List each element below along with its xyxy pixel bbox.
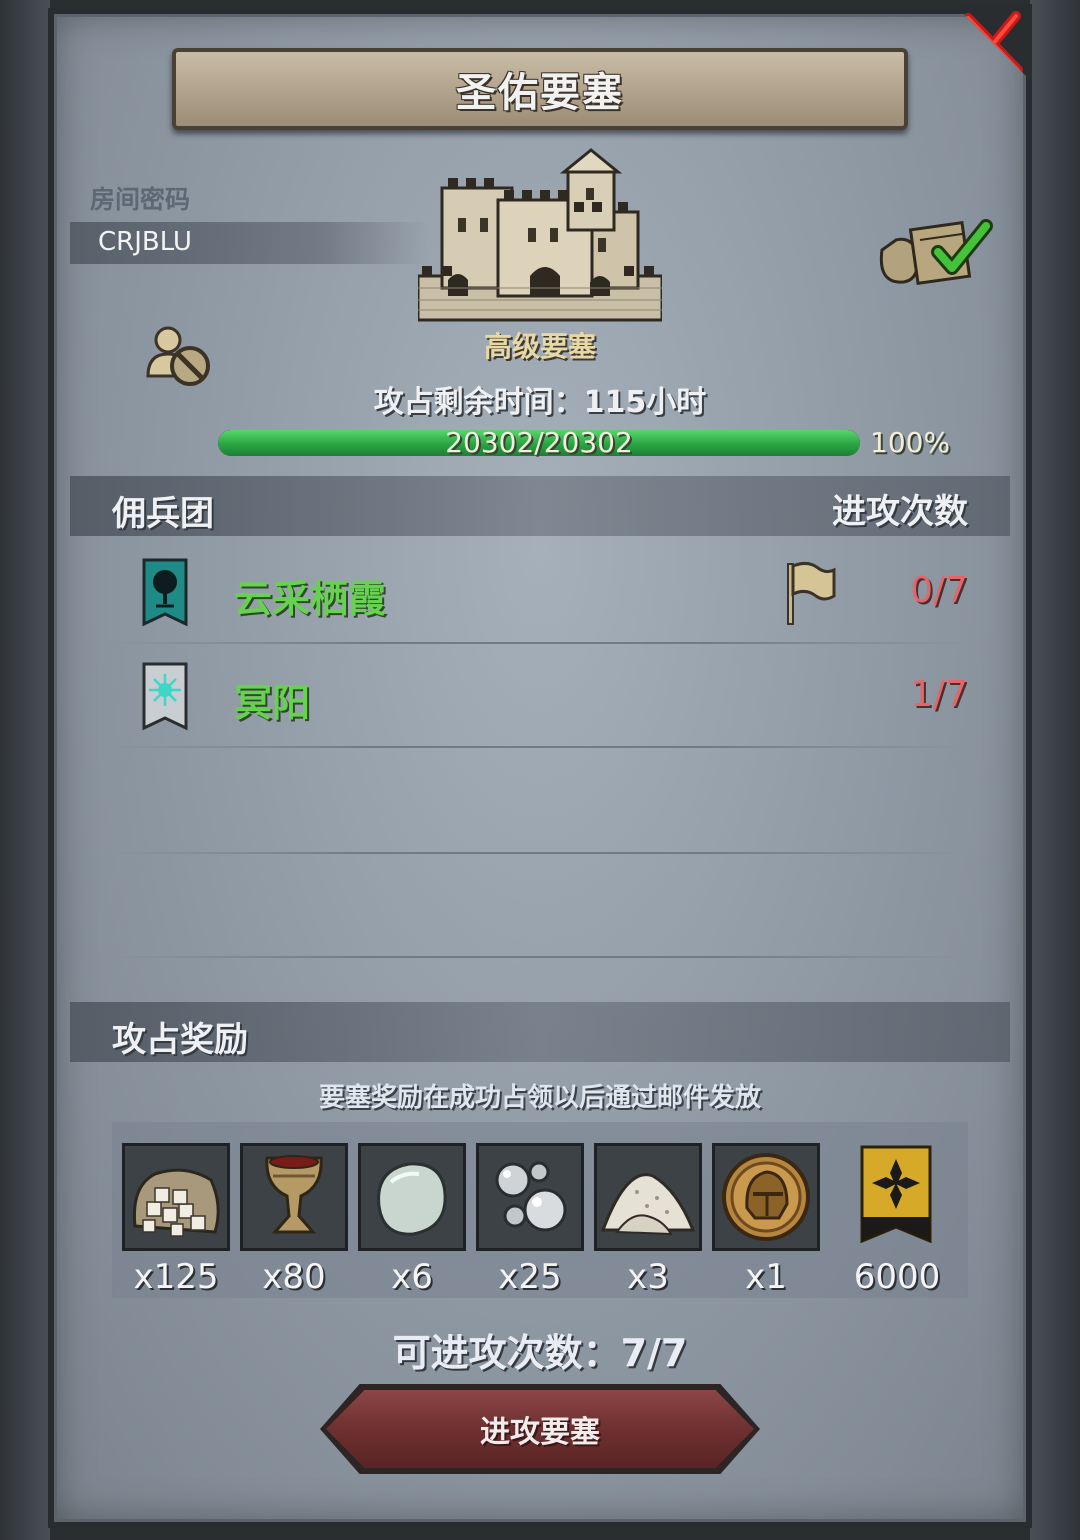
available-attack-count: 可进攻次数：7/7 xyxy=(392,1331,688,1375)
helmet-coin-icon xyxy=(722,1153,810,1241)
background-left xyxy=(0,0,50,1540)
room-password-value: CRJBLU xyxy=(98,227,192,257)
mercenary-name: 冥阳 xyxy=(234,681,311,725)
rewards-section-title: 攻占奖励 xyxy=(112,1020,248,1060)
reward-qty: x3 xyxy=(627,1257,669,1297)
reward-qty: x125 xyxy=(133,1257,219,1297)
attack-fortress-button[interactable]: 进攻要塞 xyxy=(326,1390,754,1468)
castle-icon xyxy=(418,148,662,322)
mercenary-row[interactable]: 冥阳 1/7 xyxy=(108,644,968,748)
sugar-sack-icon xyxy=(132,1168,220,1237)
mercenary-attack-count: 1/7 xyxy=(910,674,968,715)
reward-item[interactable]: x3 xyxy=(594,1143,702,1297)
reward-item[interactable]: x1 xyxy=(712,1143,820,1297)
fortress-hp-text: 20302/20302 xyxy=(445,426,633,459)
rewards-note: 要塞奖励在成功占领以后通过邮件发放 xyxy=(318,1083,761,1113)
title-banner: 圣佑要塞 xyxy=(172,48,908,130)
reward-item[interactable]: x6 xyxy=(358,1143,466,1297)
reward-item[interactable]: x25 xyxy=(476,1143,584,1297)
reward-item[interactable]: x125 xyxy=(122,1143,230,1297)
reward-qty: x80 xyxy=(262,1257,326,1297)
attack-count-header: 进攻次数 xyxy=(832,492,968,532)
row-divider xyxy=(108,746,968,748)
mercenary-attack-count: 0/7 xyxy=(910,570,968,611)
honor-banner-icon xyxy=(860,1145,932,1244)
reward-qty: x1 xyxy=(745,1257,787,1297)
reward-item[interactable]: x80 xyxy=(240,1143,348,1297)
capture-time-remaining: 攻占剩余时间：115小时 xyxy=(373,385,707,420)
flag-icon xyxy=(787,561,836,625)
mercenary-name: 云采栖霞 xyxy=(234,577,387,621)
mercenary-section-title: 佣兵团 xyxy=(112,494,214,534)
mercenary-banner-icon xyxy=(142,662,188,731)
stone-icon xyxy=(377,1162,447,1236)
attack-fortress-button-label: 进攻要塞 xyxy=(480,1415,600,1450)
room-password-label: 房间密码 xyxy=(90,185,191,214)
supply-delivered-icon[interactable] xyxy=(876,210,1000,290)
background-right xyxy=(1030,0,1080,1540)
fortress-hp-percent: 100% xyxy=(870,426,951,459)
reward-item[interactable]: 6000 xyxy=(842,1143,952,1297)
reward-qty: x6 xyxy=(391,1257,433,1297)
reward-qty: 6000 xyxy=(853,1257,941,1297)
salt-pile-icon xyxy=(600,1173,696,1236)
row-divider xyxy=(108,852,968,854)
mercenary-row[interactable]: 云采栖霞 0/7 xyxy=(108,540,968,644)
silver-pearls-icon xyxy=(495,1161,567,1232)
reward-qty: x25 xyxy=(498,1257,562,1297)
mercenary-banner-icon xyxy=(142,558,188,627)
goblet-icon xyxy=(265,1155,323,1234)
page-title: 圣佑要塞 xyxy=(456,70,624,116)
row-divider xyxy=(108,956,968,958)
